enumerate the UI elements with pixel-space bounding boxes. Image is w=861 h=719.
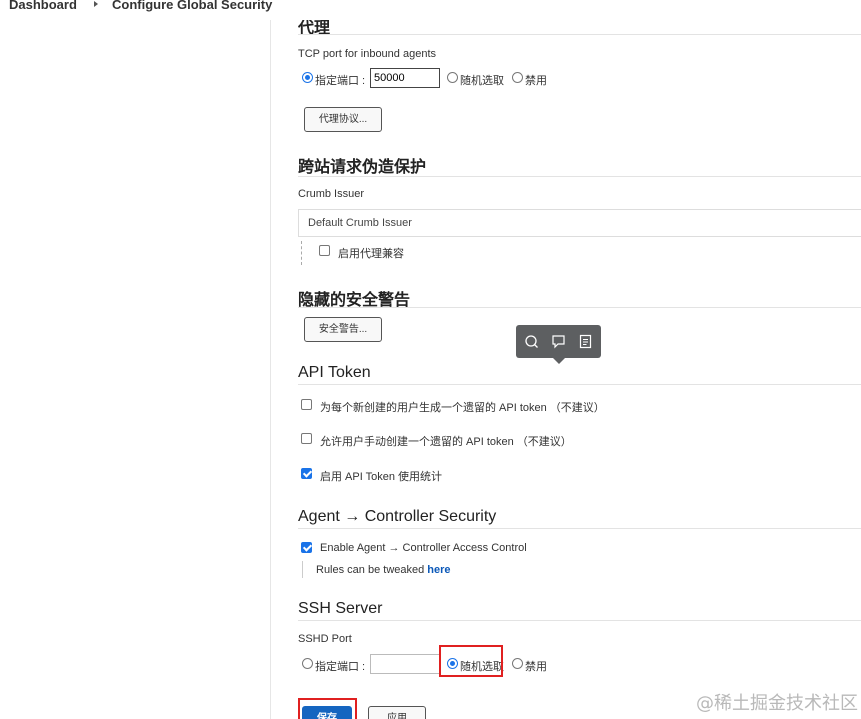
- token-usage-stats-label: 启用 API Token 使用统计: [320, 471, 443, 483]
- highlight-box-save: [298, 698, 357, 719]
- security-warnings-button[interactable]: 安全警告...: [304, 317, 382, 342]
- agent-port-disable-label: 禁用: [525, 75, 547, 87]
- breadcrumb-current: Configure Global Security: [112, 0, 273, 12]
- divider: [298, 34, 861, 35]
- sshd-port-label: SSHD Port: [298, 633, 352, 645]
- tcp-port-label: TCP port for inbound agents: [298, 48, 436, 60]
- rules-prefix: Rules can be tweaked: [316, 564, 428, 576]
- nested-indicator: [301, 241, 302, 265]
- agent-controller-access-checkbox[interactable]: [301, 542, 312, 553]
- legacy-token-manual-label: 允许用户手动创建一个遗留的 API token （不建议）: [320, 436, 572, 448]
- divider: [298, 620, 861, 621]
- agent-port-input[interactable]: [370, 68, 440, 88]
- nested-indicator: [302, 561, 303, 578]
- breadcrumb: Dashboard Configure Global Security: [0, 0, 861, 20]
- crumb-issuer-label: Crumb Issuer: [298, 188, 365, 200]
- breadcrumb-dashboard[interactable]: Dashboard: [9, 0, 77, 12]
- breadcrumb-separator-icon: [94, 1, 98, 7]
- main-content: 代理 TCP port for inbound agents 指定端口 : 随机…: [272, 0, 861, 719]
- agent-port-fixed-radio[interactable]: [302, 72, 313, 83]
- sidebar: [0, 20, 271, 719]
- crumb-issuer-select[interactable]: Default Crumb Issuer: [298, 209, 861, 237]
- proxy-compat-label: 启用代理兼容: [338, 248, 404, 260]
- ssh-port-disable-label: 禁用: [525, 661, 547, 673]
- search-icon[interactable]: [524, 334, 539, 349]
- token-usage-stats-checkbox[interactable]: [301, 468, 312, 479]
- section-title-ssh-server: SSH Server: [298, 600, 383, 617]
- apply-button[interactable]: 应用: [368, 706, 426, 719]
- legacy-token-new-user-label: 为每个新创建的用户生成一个遗留的 API token （不建议）: [320, 402, 605, 414]
- agent-port-random-label: 随机选取: [460, 75, 504, 87]
- agent-controller-access-label: Enable Agent → Controller Access Control: [320, 542, 527, 554]
- rules-link[interactable]: here: [427, 564, 450, 576]
- ssh-port-input[interactable]: [370, 654, 440, 674]
- selection-toolbar: [516, 325, 601, 364]
- divider: [298, 528, 861, 529]
- note-icon[interactable]: [578, 334, 593, 349]
- watermark: @稀土掘金技术社区: [696, 693, 858, 714]
- section-title-csrf: 跨站请求伪造保护: [298, 159, 427, 176]
- rules-text: Rules can be tweaked here: [316, 564, 451, 576]
- proxy-compat-checkbox[interactable]: [319, 245, 330, 256]
- ssh-port-fixed-radio[interactable]: [302, 658, 313, 669]
- section-title-api-token: API Token: [298, 364, 371, 381]
- section-title-agent-controller: Agent → Controller Security: [298, 508, 497, 525]
- divider: [298, 176, 861, 177]
- agent-protocols-button[interactable]: 代理协议...: [304, 107, 382, 132]
- ssh-port-disable-radio[interactable]: [512, 658, 523, 669]
- divider: [298, 384, 861, 385]
- agent-port-fixed-label: 指定端口 :: [315, 75, 366, 87]
- agent-port-disable-radio[interactable]: [512, 72, 523, 83]
- legacy-token-manual-checkbox[interactable]: [301, 433, 312, 444]
- legacy-token-new-user-checkbox[interactable]: [301, 399, 312, 410]
- comment-icon[interactable]: [551, 334, 566, 349]
- divider: [298, 307, 861, 308]
- ssh-port-fixed-label: 指定端口 :: [315, 661, 366, 673]
- highlight-box-random: [439, 645, 503, 677]
- agent-port-random-radio[interactable]: [447, 72, 458, 83]
